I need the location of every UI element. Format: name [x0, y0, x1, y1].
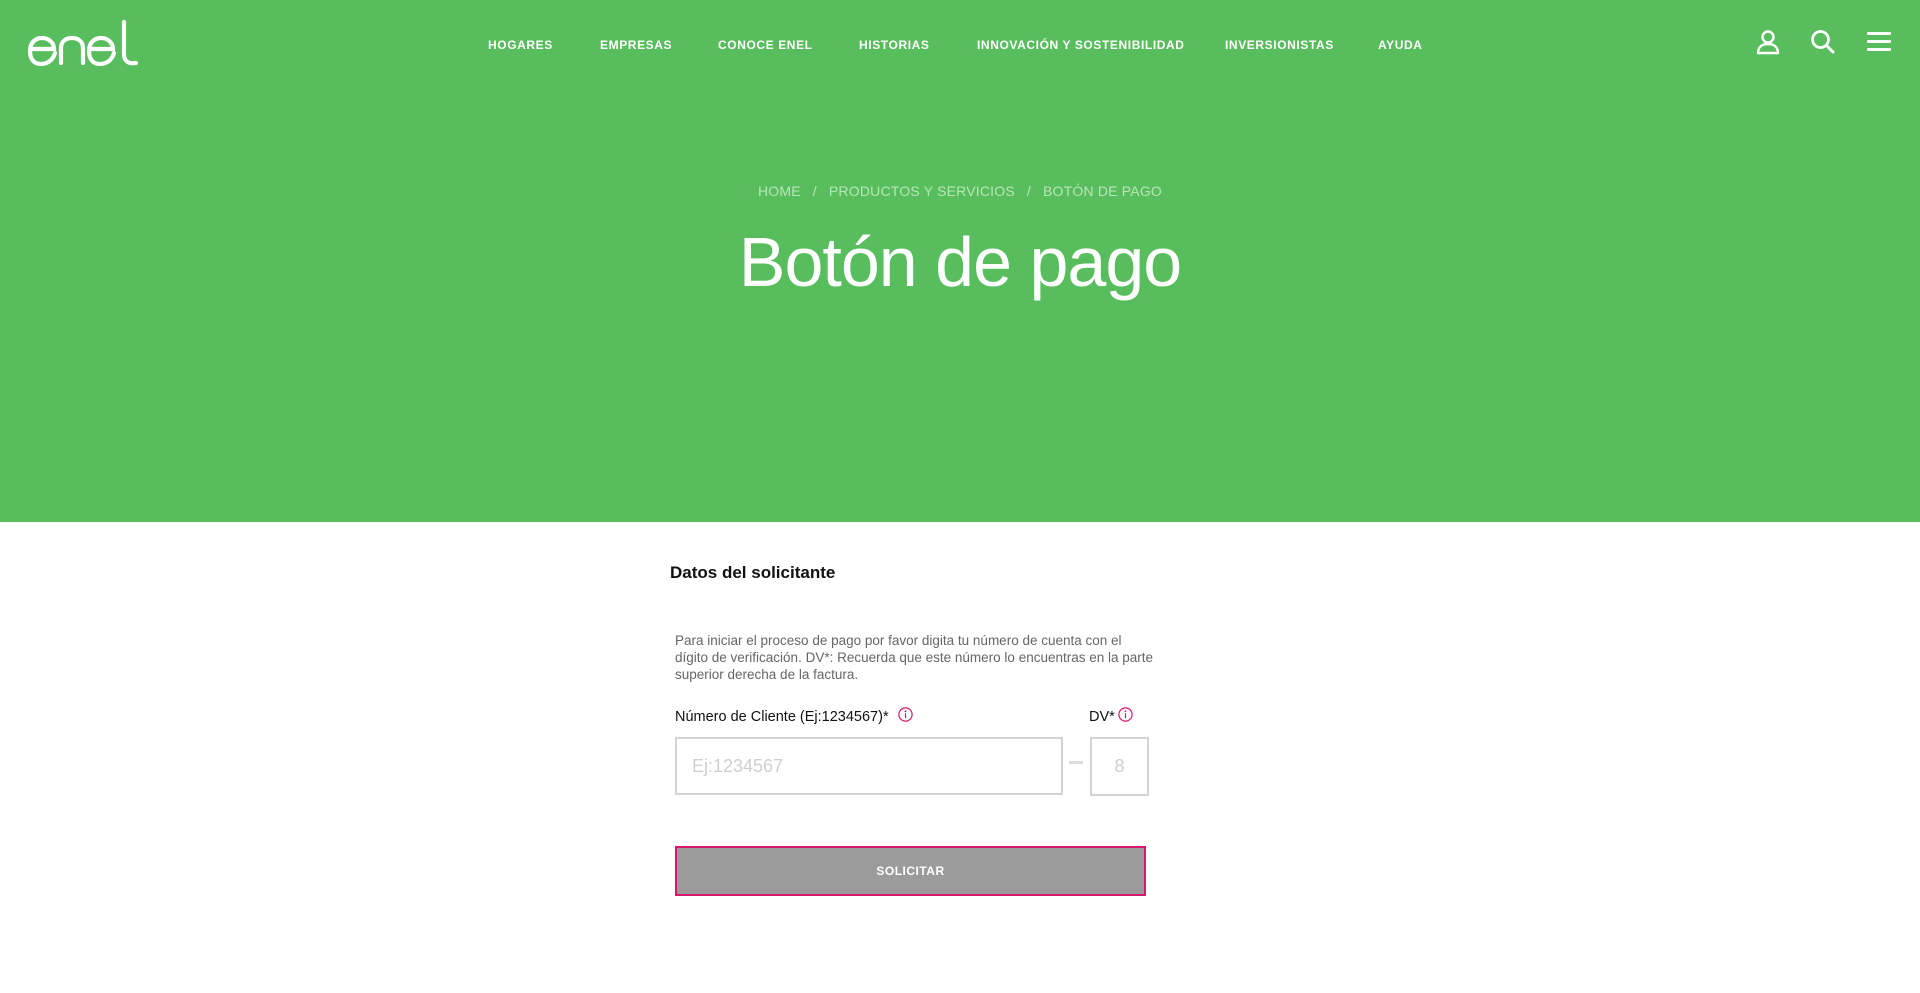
breadcrumb-separator: /: [1026, 183, 1031, 199]
nav-item-empresas[interactable]: EMPRESAS: [600, 38, 672, 52]
breadcrumb-productos-servicios[interactable]: PRODUCTOS Y SERVICIOS: [829, 183, 1015, 199]
breadcrumb: HOME / PRODUCTOS Y SERVICIOS / BOTÓN DE PAGO: [0, 183, 1920, 199]
nav-item-inversionistas[interactable]: INVERSIONISTAS: [1225, 38, 1334, 52]
submit-button[interactable]: SOLICITAR: [675, 846, 1146, 896]
nav-item-historias[interactable]: HISTORIAS: [859, 38, 930, 52]
search-icon[interactable]: [1809, 28, 1837, 56]
main-nav: HOGARES EMPRESAS CONOCE ENEL HISTORIAS I…: [0, 38, 1920, 52]
breadcrumb-home[interactable]: HOME: [758, 183, 801, 199]
info-icon[interactable]: [1118, 707, 1133, 722]
nav-item-hogares[interactable]: HOGARES: [488, 38, 553, 52]
info-icon[interactable]: [898, 707, 913, 722]
section-title: Datos del solicitante: [670, 563, 836, 582]
nav-item-conoce-enel[interactable]: CONOCE ENEL: [718, 38, 813, 52]
breadcrumb-current: BOTÓN DE PAGO: [1042, 183, 1163, 199]
nav-item-ayuda[interactable]: AYUDA: [1378, 38, 1423, 52]
client-number-input[interactable]: [675, 737, 1063, 795]
user-icon[interactable]: [1754, 28, 1782, 56]
breadcrumb-separator: /: [812, 183, 817, 199]
nav-item-innovacion-sostenibilidad[interactable]: INNOVACIÓN Y SOSTENIBILIDAD: [977, 38, 1185, 52]
page-title: Botón de pago: [738, 223, 1182, 301]
menu-icon[interactable]: [1865, 28, 1893, 56]
input-separator-dash: [1069, 761, 1083, 764]
dv-label: DV*: [1089, 709, 1115, 725]
hero-banner: HOGARES EMPRESAS CONOCE ENEL HISTORIAS I…: [0, 0, 1920, 522]
form-instructions: Para iniciar el proceso de pago por favo…: [675, 633, 1154, 682]
client-number-label: Número de Cliente (Ej:1234567)*: [675, 709, 889, 725]
dv-input[interactable]: [1090, 737, 1149, 796]
